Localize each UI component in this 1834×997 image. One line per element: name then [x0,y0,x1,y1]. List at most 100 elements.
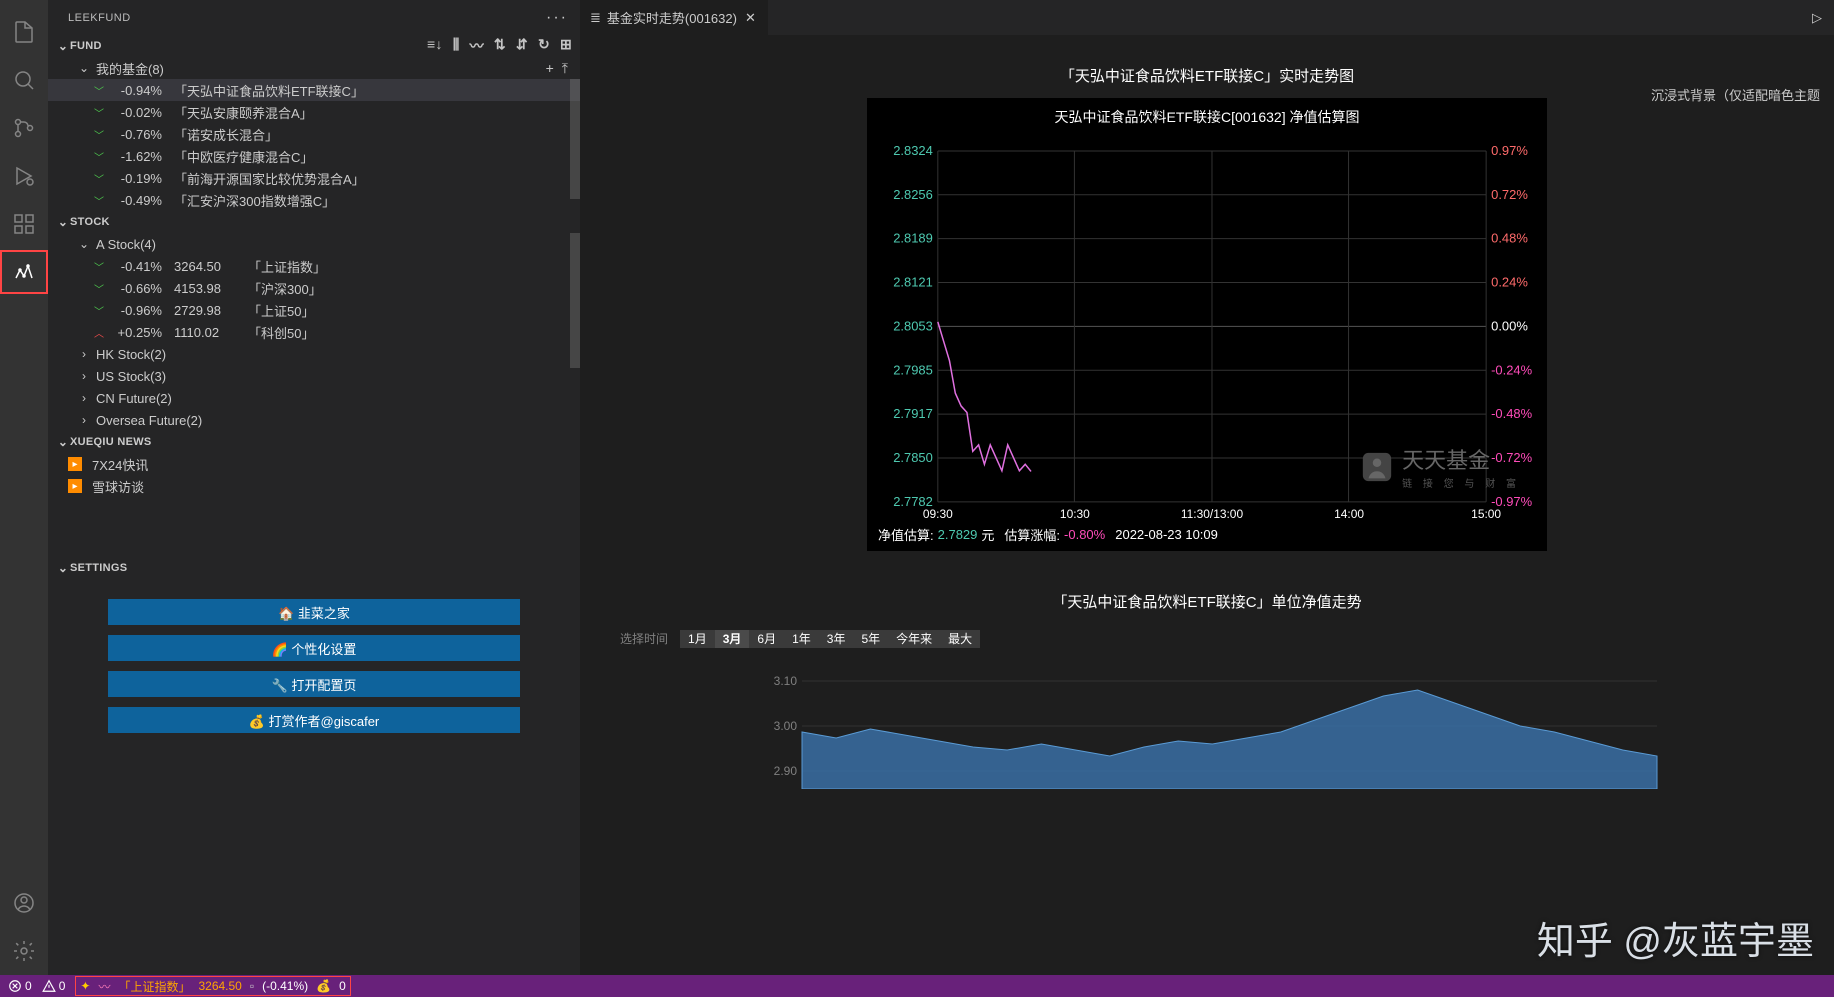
news-section-header[interactable]: ⌄ XUEQIU NEWS [48,431,580,453]
svg-text:2.90: 2.90 [774,764,798,778]
fund-group[interactable]: ⌄ 我的基金(8) + ⤒ [48,57,580,79]
refresh2-icon[interactable]: ⇅ [494,36,506,56]
caret-down-icon: ﹀ [92,303,106,318]
chevron-right-icon: › [76,347,92,361]
fund-item[interactable]: ﹀ -0.49% 「汇安沪深300指数增强C」 [48,189,580,211]
fund-item[interactable]: ﹀ -0.76% 「诺安成长混合」 [48,123,580,145]
svg-text:3.10: 3.10 [774,674,798,688]
refresh-icon[interactable]: ↻ [538,36,550,56]
sidebar-header: LEEKFUND ··· [48,0,580,35]
caret-down-icon: ﹀ [92,83,106,98]
stock-section-header[interactable]: ⌄ STOCK [48,211,580,233]
sort-icon[interactable]: ≡↓ [427,36,443,56]
svg-text:11:30/13:00: 11:30/13:00 [1181,507,1244,520]
stock-item[interactable]: ︿ +0.25% 1110.02 「科创50」 [48,321,580,343]
leekfund-icon[interactable] [0,250,48,294]
svg-text:0.48%: 0.48% [1491,231,1528,246]
range-button[interactable]: 今年来 [888,630,940,648]
area-chart: 3.103.002.90 [620,659,1794,789]
fund-section-header[interactable]: ⌄ FUND ≡↓ ⫼ 〰 ⇅ ⇵ ↻ ⊞ [48,35,580,57]
range-button[interactable]: 3年 [819,630,854,648]
chevron-down-icon: ⌄ [56,215,70,229]
chart-footer: 净值估算: 2.7829 元 估算涨幅: -0.80% 2022-08-23 1… [868,521,1546,544]
svg-text:2.8324: 2.8324 [893,143,933,158]
caret-down-icon: ﹀ [92,171,106,186]
chevron-down-icon: ⌄ [56,39,70,53]
add-icon[interactable]: ⊞ [560,36,572,56]
caret-down-icon: ﹀ [92,127,106,142]
extensions-icon[interactable] [0,200,48,248]
scrollbar[interactable] [570,79,580,199]
settings-button[interactable]: 🔧 打开配置页 [108,671,520,697]
svg-text:2.8256: 2.8256 [893,187,933,202]
settings-button[interactable]: 💰 打赏作者@giscafer [108,707,520,733]
search-icon[interactable] [0,56,48,104]
stock-item[interactable]: ﹀ -0.66% 4153.98 「沪深300」 [48,277,580,299]
range-button[interactable]: 最大 [940,630,980,648]
chart-title-1: 「天弘中证食品饮料ETF联接C」实时走势图 [620,65,1794,86]
fund-item[interactable]: ﹀ -0.94% 「天弘中证食品饮料ETF联接C」 [48,79,580,101]
sort2-icon[interactable]: ⇵ [516,36,528,56]
account-icon[interactable] [0,879,48,927]
ttjj-watermark: 天天基金 链 接 您 与 财 富 [1360,443,1520,490]
preview-icon: ≣ [590,10,601,26]
caret-down-icon: ﹀ [92,149,106,164]
line-chart-icon[interactable]: 〰 [470,36,484,56]
chevron-right-icon: › [76,391,92,405]
svg-text:-0.24%: -0.24% [1491,362,1533,377]
range-button[interactable]: 1年 [784,630,819,648]
source-control-icon[interactable] [0,104,48,152]
svg-text:-0.48%: -0.48% [1491,406,1533,421]
fund-item[interactable]: ﹀ -0.19% 「前海开源国家比较优势混合A」 [48,167,580,189]
close-icon[interactable]: ✕ [743,10,758,26]
stock-item[interactable]: ﹀ -0.41% 3264.50 「上证指数」 [48,255,580,277]
caret-down-icon: ﹀ [92,281,106,296]
news-item[interactable]: ▸7X24快讯 [48,453,580,475]
immersive-bg-label: 沉浸式背景（仅适配暗色主题 [1651,85,1820,104]
collapse-icon[interactable]: ⤒ [562,60,568,77]
range-button[interactable]: 1月 [680,630,715,648]
stock-item[interactable]: ﹀ -0.96% 2729.98 「上证50」 [48,299,580,321]
range-button[interactable]: 6月 [749,630,784,648]
fund-item[interactable]: ﹀ -1.62% 「中欧医疗健康混合C」 [48,145,580,167]
svg-text:2.8189: 2.8189 [893,231,933,246]
tab-fund-chart[interactable]: ≣ 基金实时走势(001632) ✕ [580,0,769,35]
svg-text:2.7985: 2.7985 [893,362,933,377]
settings-button[interactable]: 🏠 韭菜之家 [108,599,520,625]
sidebar-title: LEEKFUND [68,12,131,24]
fund-item[interactable]: ﹀ -0.02% 「天弘安康颐养混合A」 [48,101,580,123]
status-stock-highlight[interactable]: ✦ 〰 「上证指数」 3264.50 ▫ (-0.41%) 💰 0 [75,976,350,996]
settings-button[interactable]: 🌈 个性化设置 [108,635,520,661]
chevron-down-icon: ⌄ [76,237,92,251]
stock-group[interactable]: ›CN Future(2) [48,387,580,409]
more-icon[interactable]: ··· [546,9,568,27]
run-icon[interactable]: ▷ [1812,10,1822,26]
stock-group[interactable]: ›HK Stock(2) [48,343,580,365]
explorer-icon[interactable] [0,8,48,56]
realtime-chart: 天弘中证食品饮料ETF联接C[001632] 净值估算图 [867,98,1547,551]
chevron-right-icon: › [76,413,92,427]
settings-section-header[interactable]: ⌄ SETTINGS [48,557,580,579]
stock-group-a[interactable]: ⌄ A Stock(4) [48,233,580,255]
tab-bar: ≣ 基金实时走势(001632) ✕ ▷ [580,0,1834,35]
stock-group[interactable]: ›US Stock(3) [48,365,580,387]
editor-content: 沉浸式背景（仅适配暗色主题 「天弘中证食品饮料ETF联接C」实时走势图 天弘中证… [580,35,1834,975]
run-debug-icon[interactable] [0,152,48,200]
status-warnings[interactable]: 0 [42,979,66,993]
status-errors[interactable]: 0 [8,979,32,993]
svg-text:15:00: 15:00 [1471,507,1501,520]
range-button[interactable]: 5年 [853,630,888,648]
status-bar: 0 0 ✦ 〰 「上证指数」 3264.50 ▫ (-0.41%) 💰 0 [0,975,1834,997]
activity-bar [0,0,48,975]
svg-text:0.24%: 0.24% [1491,275,1528,290]
caret-down-icon: ﹀ [92,193,106,208]
caret-up-icon: ︿ [92,325,106,340]
settings-gear-icon[interactable] [0,927,48,975]
scrollbar[interactable] [570,233,580,368]
range-button[interactable]: 3月 [715,630,750,648]
svg-text:14:00: 14:00 [1334,507,1364,520]
stock-group[interactable]: ›Oversea Future(2) [48,409,580,431]
bar-chart-icon[interactable]: ⫼ [453,36,460,56]
add-icon[interactable]: + [546,60,554,77]
news-item[interactable]: ▸雪球访谈 [48,475,580,497]
